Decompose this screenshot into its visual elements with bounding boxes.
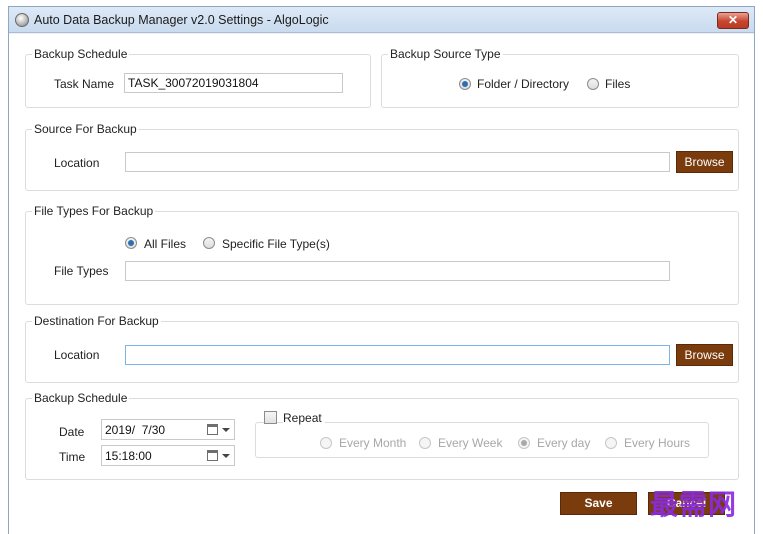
source-for-backup-title: Source For Backup [32,122,139,136]
destination-location-input[interactable] [125,345,670,365]
destination-for-backup-title: Destination For Backup [32,314,161,328]
date-picker[interactable]: 2019/ 7/30 [101,419,235,440]
save-button[interactable]: Save [560,492,637,515]
chevron-down-icon[interactable] [222,454,230,458]
specific-file-types-radio[interactable] [203,237,215,249]
every-hours-radio[interactable] [605,437,617,449]
every-hours-label[interactable]: Every Hours [624,436,690,450]
files-radio[interactable] [587,78,599,90]
app-disc-icon [15,13,29,27]
time-value: 15:18:00 [105,449,152,463]
every-week-radio[interactable] [419,437,431,449]
date-value: 2019/ 7/30 [105,423,166,437]
folder-directory-radio[interactable] [459,78,471,90]
date-label: Date [59,425,85,439]
backup-source-type-title: Backup Source Type [388,47,503,61]
file-types-input[interactable] [125,261,670,281]
all-files-radio[interactable] [125,237,137,249]
folder-directory-label[interactable]: Folder / Directory [477,77,569,91]
destination-browse-button[interactable]: Browse [676,344,733,366]
window-title: Auto Data Backup Manager v2.0 Settings -… [34,13,329,27]
every-month-radio[interactable] [320,437,332,449]
every-week-label[interactable]: Every Week [438,436,502,450]
settings-form: Backup Schedule Task Name TASK_300720190… [9,34,754,534]
source-location-label: Location [54,156,100,170]
every-day-label[interactable]: Every day [537,436,590,450]
source-browse-button[interactable]: Browse [676,151,733,173]
all-files-label[interactable]: All Files [144,237,186,251]
schedule-title: Backup Schedule [32,391,130,405]
backup-schedule-title: Backup Schedule [32,47,130,61]
task-name-label: Task Name [54,77,115,91]
file-types-group: File Types For Backup [25,204,739,305]
calendar-icon[interactable] [207,424,218,435]
source-location-input[interactable] [125,152,670,172]
files-label[interactable]: Files [605,77,630,91]
site-watermark: 最需网 [650,488,738,521]
repeat-checkbox[interactable] [264,411,277,424]
file-types-label: File Types [54,264,109,278]
settings-window: Auto Data Backup Manager v2.0 Settings -… [8,6,755,534]
time-picker[interactable]: 15:18:00 [101,445,235,466]
chevron-down-icon[interactable] [222,428,230,432]
time-label: Time [59,450,86,464]
task-name-input[interactable]: TASK_30072019031804 [124,73,343,93]
file-types-title: File Types For Backup [32,204,156,218]
every-day-radio[interactable] [518,437,530,449]
calendar-icon[interactable] [207,450,218,461]
destination-location-label: Location [54,348,100,362]
specific-file-types-label[interactable]: Specific File Type(s) [222,237,330,251]
title-bar[interactable]: Auto Data Backup Manager v2.0 Settings -… [9,7,754,33]
close-button[interactable]: ✕ [717,12,749,29]
every-month-label[interactable]: Every Month [339,436,406,450]
repeat-label[interactable]: Repeat [283,411,325,425]
